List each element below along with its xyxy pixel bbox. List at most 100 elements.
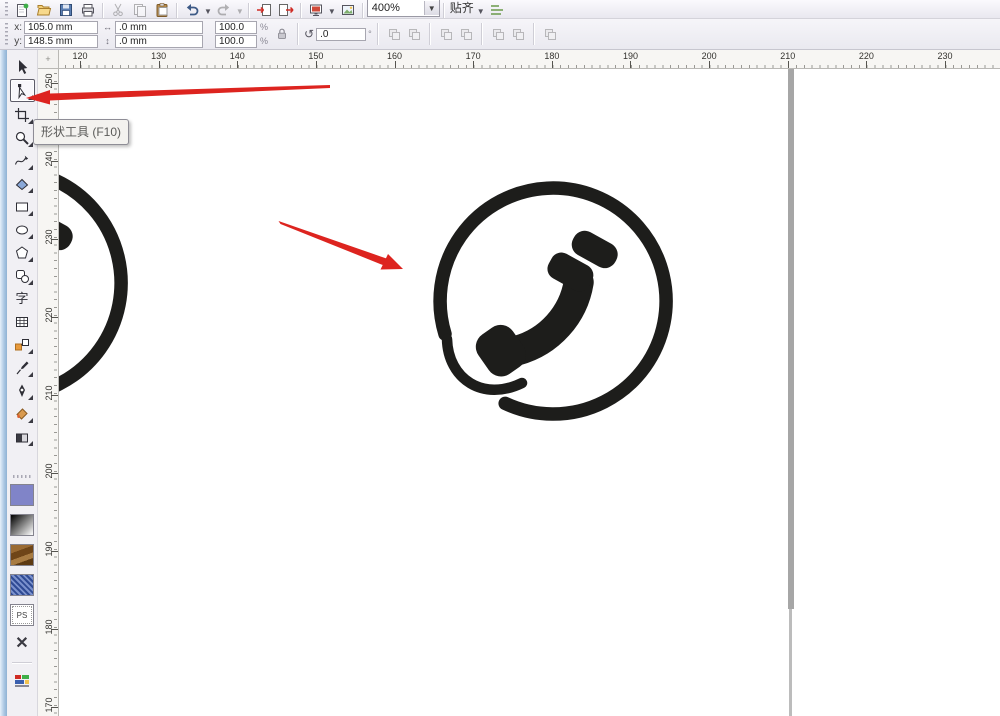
export-button[interactable] (275, 1, 297, 18)
import-button[interactable] (253, 1, 275, 18)
ruler-label: 250 (44, 73, 54, 89)
rectangle-icon (16, 202, 28, 211)
toolbar-grip[interactable] (5, 2, 8, 17)
object-height-field[interactable]: .0 mm (115, 34, 203, 48)
redo-icon (217, 4, 230, 16)
ruler-label: 180 (544, 51, 560, 61)
reduce-nodes-button (456, 24, 476, 44)
horizontal-ruler[interactable]: 120 130 140 150 160 170 180 190 200 210 220 230 (59, 50, 1000, 69)
mirror-horizontal-button (384, 24, 404, 44)
print-button[interactable] (77, 1, 99, 18)
blend-tool[interactable] (11, 334, 34, 355)
color-docker-button[interactable] (11, 671, 33, 691)
rectangle-tool[interactable] (11, 196, 34, 217)
ruler-label: 210 (44, 385, 54, 401)
y-position-field[interactable]: 148.5 mm (24, 34, 98, 48)
property-bar: x: 105.0 mm y: 148.5 mm ↔ .0 mm ↕ .0 mm … (0, 19, 1000, 50)
options-icon (490, 5, 503, 15)
toolbox-separator (12, 662, 32, 664)
zoom-tool[interactable] (11, 127, 34, 148)
ruler-label: 160 (387, 51, 403, 61)
chevron-down-icon: ▼ (235, 7, 244, 16)
fill-icon (16, 407, 28, 420)
table-tool[interactable] (11, 311, 34, 332)
toolbar-grip[interactable] (5, 22, 8, 45)
ruler-label: 170 (465, 51, 481, 61)
cut-button (107, 1, 129, 18)
ruler-label: 240 (44, 151, 54, 167)
x-position-field[interactable]: 105.0 mm (24, 20, 98, 34)
crop-icon (15, 107, 29, 122)
chevron-down-icon[interactable]: ▼ (328, 7, 336, 16)
x-position-label: x: (14, 21, 22, 33)
phone-logo[interactable] (428, 176, 678, 431)
percent-sign: % (260, 36, 269, 46)
shape-tool[interactable] (9, 79, 35, 102)
text-tool[interactable]: 字 (11, 288, 34, 309)
y-position-label: y: (14, 35, 22, 47)
scale-y-field[interactable]: 100.0 (215, 34, 257, 48)
object-width-field[interactable]: .0 mm (115, 20, 203, 34)
copy-button (129, 1, 151, 18)
mirror-vertical-button (404, 24, 424, 44)
interactive-fill-tool[interactable] (11, 426, 34, 447)
chevron-down-icon[interactable]: ▼ (204, 7, 212, 16)
application-launcher-button[interactable] (305, 1, 327, 18)
fill-tool[interactable] (11, 403, 34, 424)
to-back-button (508, 24, 528, 44)
rotation-angle-field[interactable]: .0 (316, 27, 367, 41)
lock-ratio-button[interactable] (272, 24, 292, 44)
paste-button[interactable] (151, 1, 173, 18)
pattern-fill-swatch[interactable] (10, 574, 34, 596)
toolbar-separator (361, 3, 364, 18)
crop-tool[interactable] (11, 104, 34, 125)
welcome-screen-button[interactable] (337, 1, 359, 18)
save-button[interactable] (55, 1, 77, 18)
no-fill-swatch[interactable]: ✕ (11, 634, 33, 654)
ruler-label: 230 (44, 229, 54, 245)
cut-icon (113, 3, 123, 17)
freehand-icon (14, 155, 29, 165)
scale-x-field[interactable]: 100.0 (215, 20, 257, 34)
drawing-canvas[interactable] (59, 69, 1000, 716)
options-button[interactable] (486, 1, 508, 18)
ruler-major-tick (551, 61, 553, 68)
ruler-label: 140 (229, 51, 245, 61)
toolbar-separator (102, 3, 104, 18)
toolbar-separator (299, 3, 302, 18)
freehand-tool[interactable] (11, 150, 34, 171)
smart-fill-tool[interactable] (11, 173, 34, 194)
edit-nodes-button (436, 24, 456, 44)
postscript-fill-swatch[interactable]: PS (10, 604, 34, 626)
chevron-down-icon[interactable]: ▼ (423, 1, 439, 15)
flyout-grip[interactable] (13, 475, 31, 478)
ruler-origin[interactable]: + (38, 50, 59, 69)
ruler-label: 200 (701, 51, 717, 61)
toolbar-separator (176, 3, 178, 18)
uniform-fill-swatch[interactable] (10, 484, 34, 506)
basic-shapes-tool[interactable] (11, 265, 34, 286)
polygon-tool[interactable] (11, 242, 34, 263)
ruler-label: 120 (72, 51, 88, 61)
page-edge-line-lower (789, 609, 792, 716)
undo-button[interactable] (181, 1, 203, 18)
outline-pen-tool[interactable] (11, 380, 34, 401)
open-button[interactable] (33, 1, 55, 18)
zoom-level-combo[interactable]: 400% ▼ (366, 0, 440, 17)
fountain-fill-swatch[interactable] (10, 514, 34, 536)
chevron-down-icon: ▼ (476, 7, 485, 16)
paste-icon (156, 3, 168, 17)
degree-sign: ° (368, 29, 372, 39)
eyedropper-tool[interactable] (11, 357, 34, 378)
ellipse-tool[interactable] (11, 219, 34, 240)
phone-logo-partial[interactable] (59, 158, 133, 413)
pick-tool[interactable] (11, 56, 34, 77)
texture-fill-swatch[interactable] (10, 544, 34, 566)
vertical-ruler[interactable]: 250 240 230 220 210 200 190 180 170 (38, 69, 59, 716)
window-edge-strip (0, 50, 7, 716)
print-icon (82, 4, 94, 17)
snap-to-menu[interactable]: 贴齐 ▼ (448, 0, 486, 18)
new-document-button[interactable] (11, 1, 33, 18)
ruler-label: 220 (44, 307, 54, 323)
ruler-label: 190 (44, 541, 54, 557)
